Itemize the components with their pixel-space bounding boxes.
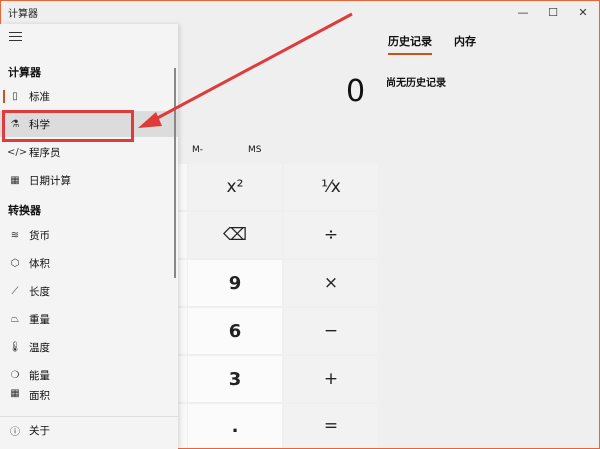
- annotation-arrow-icon: [138, 12, 353, 128]
